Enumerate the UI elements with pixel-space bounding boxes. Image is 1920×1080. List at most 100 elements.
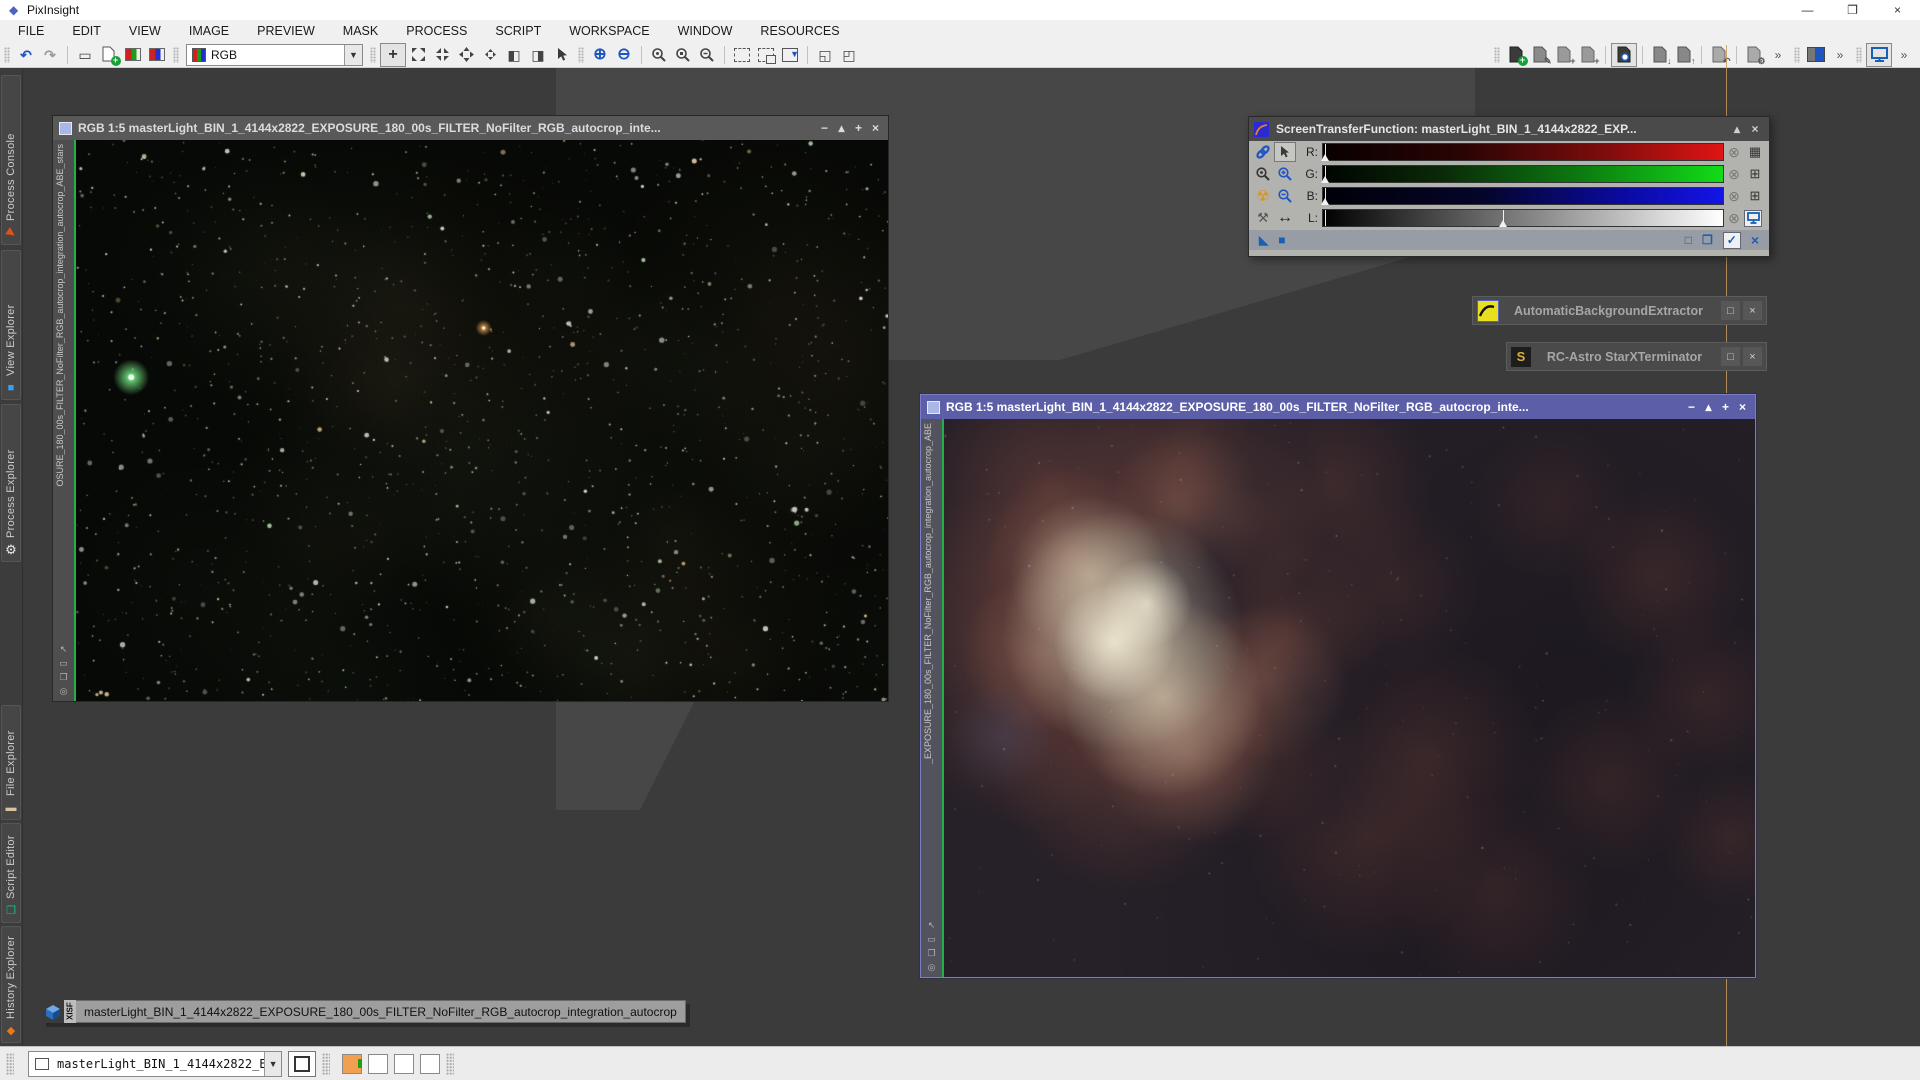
radiation-boost-icon[interactable]: ☢ (1252, 186, 1274, 206)
stf-edit-instance-icon[interactable]: □ (1685, 233, 1692, 247)
menu-edit[interactable]: EDIT (58, 20, 114, 42)
minimized-image-taskbar-item[interactable]: XISF masterLight_BIN_1_4144x2822_EXPOSUR… (42, 1000, 686, 1023)
side-cursor-icon[interactable]: ↖ (60, 644, 68, 655)
process-new-instance-icon[interactable]: + (1504, 44, 1528, 66)
workspace-2-button[interactable] (368, 1054, 388, 1074)
app-minimize-button[interactable]: — (1785, 0, 1830, 20)
zoom-to-optimal-icon[interactable] (478, 44, 502, 66)
nebula-zoom-button[interactable]: + (1717, 400, 1734, 414)
nebula-shade-button[interactable]: ▴ (1700, 400, 1717, 414)
process-load-icon[interactable]: ↓ (1648, 44, 1672, 66)
sidebar-tab-history-explorer[interactable]: History Explorer ◆ (1, 926, 21, 1043)
toolbar-grip[interactable] (1794, 47, 1800, 63)
stars-close-button[interactable]: × (867, 121, 884, 135)
zoom-track-icon[interactable] (1252, 164, 1274, 184)
statusbar-grip[interactable] (446, 1053, 454, 1075)
statusbar-grip[interactable] (6, 1053, 14, 1075)
sidebar-tab-process-explorer[interactable]: Process Explorer ⚙ (1, 404, 21, 562)
undo-icon[interactable]: ↶ (14, 44, 38, 66)
move-tool-icon[interactable]: + (380, 43, 406, 67)
zoom-custom-icon[interactable] (695, 44, 719, 66)
stf-green-track-icon[interactable]: ⊞ (1744, 166, 1766, 182)
stf-lum-slider[interactable] (1322, 209, 1724, 227)
menu-file[interactable]: FILE (4, 20, 58, 42)
toolbar-grip[interactable] (1494, 47, 1500, 63)
stf-lum-reset-icon[interactable]: ⊗ (1724, 210, 1744, 227)
app-restore-button[interactable]: ❐ (1830, 0, 1875, 20)
nebula-image-view[interactable] (944, 419, 1755, 977)
workspace-3-button[interactable] (394, 1054, 414, 1074)
shrink-window-icon[interactable] (430, 44, 454, 66)
abe-close-button[interactable]: × (1743, 301, 1762, 320)
toolbar-grip[interactable] (4, 47, 10, 63)
fit-view-half-icon[interactable]: ◧ (502, 44, 526, 66)
sxt-restore-button[interactable]: □ (1721, 347, 1740, 366)
stf-green-reset-icon[interactable]: ⊗ (1724, 166, 1744, 183)
stf-apply-check-icon[interactable]: ✓ (1723, 232, 1741, 249)
menu-mask[interactable]: MASK (329, 20, 392, 42)
stf-reset-all-icon[interactable]: × (1751, 232, 1759, 248)
toolbar-grip[interactable] (370, 47, 376, 63)
sxt-close-button[interactable]: × (1743, 347, 1762, 366)
process-explorer-icon[interactable] (1611, 43, 1637, 67)
link-rgb-icon[interactable] (1252, 142, 1274, 162)
channel-selector[interactable]: RGB ▼ (186, 44, 363, 66)
stf-new-instance-icon[interactable]: ❐ (1702, 233, 1713, 247)
abe-collapsed-window[interactable]: AutomaticBackgroundExtractor □ × (1472, 296, 1767, 325)
stars-window-titlebar[interactable]: RGB 1:5 masterLight_BIN_1_4144x2822_EXPO… (53, 116, 888, 140)
app-close-button[interactable]: × (1875, 0, 1920, 20)
wrench-icon[interactable]: ⚒ (1252, 208, 1274, 228)
nebula-minimize-button[interactable]: − (1683, 400, 1700, 414)
menu-workspace[interactable]: WORKSPACE (555, 20, 663, 42)
toolbar-overflow-icon[interactable]: » (1766, 44, 1790, 66)
side-center-icon[interactable]: ◎ (60, 686, 68, 697)
stf-dialog[interactable]: ScreenTransferFunction: masterLight_BIN_… (1248, 116, 1770, 257)
menu-view[interactable]: VIEW (115, 20, 175, 42)
sidebar-tab-view-explorer[interactable]: View Explorer ■ (1, 250, 21, 400)
toolbar-overflow-icon[interactable]: » (1892, 44, 1916, 66)
clone-preview-icon[interactable] (754, 44, 778, 66)
stf-apply-square-icon[interactable]: ■ (1278, 233, 1285, 247)
stars-shade-button[interactable]: ▴ (833, 121, 850, 135)
stf-green-slider[interactable] (1322, 165, 1724, 183)
process-add-icon[interactable]: + (1576, 44, 1600, 66)
image-window-stars[interactable]: RGB 1:5 masterLight_BIN_1_4144x2822_EXPO… (52, 115, 889, 702)
expand-window-icon[interactable] (406, 44, 430, 66)
fit-window-icon[interactable] (454, 44, 478, 66)
side-duplicate-icon[interactable]: ❐ (927, 948, 935, 959)
stf-monitor-icon[interactable] (1744, 210, 1766, 227)
process-edit-icon[interactable]: ✎ (1528, 44, 1552, 66)
sidebar-tab-file-explorer[interactable]: File Explorer ▬ (1, 705, 21, 820)
edit-mode-cursor-icon[interactable] (1274, 142, 1296, 162)
nebula-window-titlebar[interactable]: RGB 1:5 masterLight_BIN_1_4144x2822_EXPO… (921, 395, 1755, 419)
zoom-in-icon[interactable]: ⊕ (588, 44, 612, 66)
image-window-nebula[interactable]: RGB 1:5 masterLight_BIN_1_4144x2822_EXPO… (920, 394, 1756, 978)
view-mode-button[interactable] (288, 1051, 316, 1077)
readout-cursor-icon[interactable] (550, 44, 574, 66)
toolbar-overflow-icon[interactable]: » (1828, 44, 1852, 66)
preview-arrow-icon[interactable]: ▼ (778, 44, 802, 66)
process-save-icon[interactable]: ↑ (1672, 44, 1696, 66)
texture-palette-icon[interactable] (1804, 44, 1828, 66)
toolbar-grip[interactable] (1856, 47, 1862, 63)
restore-view-icon[interactable]: ◰ (837, 44, 861, 66)
stars-image-view[interactable] (76, 140, 888, 701)
zoom-out-mag-icon[interactable] (1274, 186, 1296, 206)
horizontal-range-icon[interactable]: ↔ (1274, 208, 1296, 228)
zoom-fit-icon[interactable] (671, 44, 695, 66)
workspace-1-button[interactable] (342, 1054, 362, 1074)
sidebar-tab-process-console[interactable]: Process Console ▶ (1, 75, 21, 245)
nebula-window-side-panel[interactable]: _EXPOSURE_180_00s_FILTER_NoFilter_RGB_au… (921, 419, 944, 977)
side-cursor-icon[interactable]: ↖ (928, 920, 936, 931)
starfield-canvas[interactable] (76, 140, 888, 701)
stars-zoom-button[interactable]: + (850, 121, 867, 135)
new-preview-icon[interactable] (730, 44, 754, 66)
sidebar-tab-script-editor[interactable]: Script Editor ❐ (1, 823, 21, 923)
abe-restore-button[interactable]: □ (1721, 301, 1740, 320)
workspace-4-button[interactable] (420, 1054, 440, 1074)
zoom-in-mag-icon[interactable] (1274, 164, 1296, 184)
stf-blue-track-icon[interactable]: ⊞ (1744, 188, 1766, 204)
statusbar-grip[interactable] (322, 1053, 330, 1075)
nebula-close-button[interactable]: × (1734, 400, 1751, 414)
menu-script[interactable]: SCRIPT (481, 20, 555, 42)
